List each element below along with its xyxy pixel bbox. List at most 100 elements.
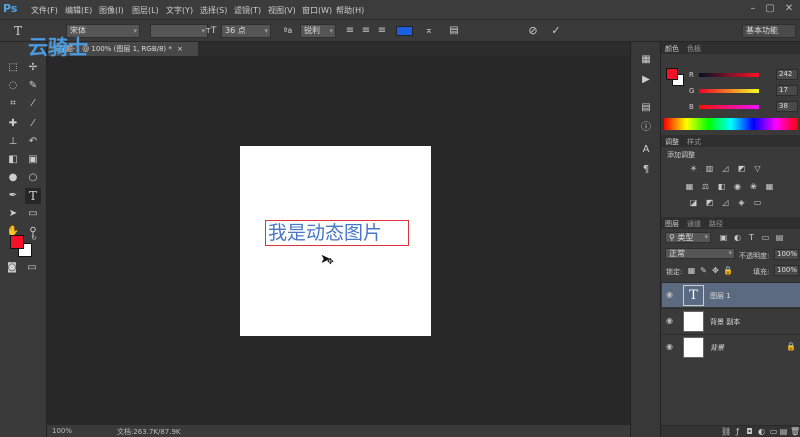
- add-mask-icon[interactable]: ◘: [745, 427, 754, 436]
- new-layer-icon[interactable]: ▤: [779, 427, 788, 436]
- quick-select-tool-icon[interactable]: ✎: [25, 78, 41, 94]
- filter-smart-object-icon[interactable]: ▤: [775, 233, 784, 242]
- menu-edit[interactable]: 编辑(E): [65, 5, 92, 16]
- channel-mixer-icon[interactable]: ❀: [749, 182, 758, 191]
- menu-select[interactable]: 选择(S): [200, 5, 227, 16]
- gradient-tool-icon[interactable]: ▣: [25, 152, 41, 168]
- blur-tool-icon[interactable]: ●: [5, 170, 21, 186]
- vibrance-icon[interactable]: ▽: [753, 164, 762, 173]
- screen-mode-icon[interactable]: ▭: [24, 260, 40, 276]
- layer-row-background-copy[interactable]: ◉ 背景 副本: [662, 308, 800, 333]
- new-group-icon[interactable]: ▭: [769, 427, 778, 436]
- rectangle-tool-icon[interactable]: ▭: [25, 206, 41, 222]
- history-brush-tool-icon[interactable]: ↶: [25, 134, 41, 150]
- levels-icon[interactable]: ▥: [705, 164, 714, 173]
- tab-swatches[interactable]: 色板: [687, 44, 701, 54]
- exposure-icon[interactable]: ◩: [737, 164, 746, 173]
- character-panel-icon[interactable]: A: [638, 142, 654, 158]
- marquee-tool-icon[interactable]: ⬚: [5, 60, 21, 76]
- menu-filter[interactable]: 滤镜(T): [234, 5, 261, 16]
- menu-window[interactable]: 窗口(W): [302, 5, 332, 16]
- filter-shape-icon[interactable]: ▭: [761, 233, 770, 242]
- hue-saturation-icon[interactable]: ▦: [685, 182, 694, 191]
- workspace-select[interactable]: 基本功能: [742, 24, 796, 38]
- gradient-map-icon[interactable]: ▭: [753, 198, 762, 207]
- align-right-icon[interactable]: ≡: [374, 23, 390, 39]
- filter-adjustment-icon[interactable]: ◐: [733, 233, 742, 242]
- history-panel-icon[interactable]: ▦: [638, 52, 654, 68]
- threshold-icon[interactable]: ◿: [721, 198, 730, 207]
- pen-tool-icon[interactable]: ✒: [5, 188, 21, 204]
- panel-foreground-swatch[interactable]: [666, 68, 678, 80]
- tab-styles[interactable]: 样式: [687, 137, 701, 147]
- menu-image[interactable]: 图像(I): [99, 5, 124, 16]
- menu-view[interactable]: 视图(V): [268, 5, 296, 16]
- eye-icon[interactable]: ◉: [666, 290, 673, 299]
- invert-icon[interactable]: ◪: [689, 198, 698, 207]
- lasso-tool-icon[interactable]: ◌: [5, 78, 21, 94]
- actions-panel-icon[interactable]: ▶: [638, 72, 654, 88]
- lock-transparent-icon[interactable]: ▦: [687, 266, 696, 275]
- layer-kind-filter[interactable]: ⚲ 类型 ▾: [665, 232, 711, 243]
- menu-help[interactable]: 帮助(H): [336, 5, 364, 16]
- delete-layer-icon[interactable]: 🗑: [790, 427, 800, 436]
- text-color-swatch[interactable]: [396, 26, 413, 36]
- crop-tool-icon[interactable]: ⌗: [5, 96, 21, 112]
- selective-color-icon[interactable]: ◈: [737, 198, 746, 207]
- filter-pixel-icon[interactable]: ▣: [719, 233, 728, 242]
- lock-all-icon[interactable]: 🔒: [723, 266, 733, 275]
- align-center-icon[interactable]: ≡: [358, 23, 374, 39]
- color-lookup-icon[interactable]: ▦: [765, 182, 774, 191]
- red-slider[interactable]: [699, 73, 759, 77]
- layer-name[interactable]: 图层 1: [710, 291, 731, 301]
- link-layers-icon[interactable]: ⛓: [721, 427, 731, 436]
- eyedropper-tool-icon[interactable]: ⁄: [25, 96, 41, 112]
- tab-paths[interactable]: 路径: [709, 219, 723, 229]
- properties-panel-icon[interactable]: ▤: [638, 100, 654, 116]
- green-slider[interactable]: [699, 89, 759, 93]
- document-tab-close-icon[interactable]: ×: [177, 45, 183, 53]
- color-spectrum[interactable]: [664, 118, 798, 130]
- font-style-select[interactable]: ▾: [150, 24, 208, 38]
- black-white-icon[interactable]: ◧: [717, 182, 726, 191]
- tab-adjustments[interactable]: 调整: [665, 137, 679, 147]
- type-tool-icon[interactable]: T: [25, 188, 41, 204]
- maximize-button[interactable]: ▢: [763, 3, 777, 15]
- eye-icon[interactable]: ◉: [666, 342, 673, 351]
- lock-position-icon[interactable]: ✥: [711, 266, 720, 275]
- paragraph-panel-icon[interactable]: ¶: [638, 162, 654, 178]
- menu-layer[interactable]: 图层(L): [132, 5, 159, 16]
- character-panel-icon[interactable]: ▤: [446, 23, 462, 39]
- opacity-field[interactable]: 100%: [774, 249, 799, 260]
- fill-field[interactable]: 100%: [774, 265, 799, 276]
- warp-text-icon[interactable]: ⌅: [421, 23, 437, 39]
- path-selection-tool-icon[interactable]: ➤: [5, 206, 21, 222]
- type-tool-preset-icon[interactable]: T: [10, 23, 26, 39]
- align-left-icon[interactable]: ≡: [342, 23, 358, 39]
- info-panel-icon[interactable]: ⓘ: [638, 120, 654, 136]
- red-value-field[interactable]: 242: [776, 69, 798, 80]
- green-value-field[interactable]: 17: [776, 85, 798, 96]
- healing-brush-tool-icon[interactable]: ✚: [5, 116, 21, 132]
- layer-name[interactable]: 背景 副本: [710, 317, 740, 327]
- menu-file[interactable]: 文件(F): [31, 5, 58, 16]
- add-style-icon[interactable]: ƒ: [733, 427, 742, 436]
- layer-name[interactable]: 背景: [710, 343, 724, 353]
- blue-slider[interactable]: [699, 105, 759, 109]
- lock-image-icon[interactable]: ✎: [699, 266, 708, 275]
- cancel-edit-icon[interactable]: ⊘: [525, 23, 541, 39]
- layer-row-layer-1[interactable]: ◉ T 图层 1: [662, 282, 800, 307]
- photo-filter-icon[interactable]: ◉: [733, 182, 742, 191]
- blend-mode-select[interactable]: 正常 ▾: [665, 248, 735, 259]
- blue-value-field[interactable]: 38: [776, 101, 798, 112]
- tab-layers[interactable]: 图层: [665, 219, 679, 229]
- swap-colors-icon[interactable]: ↻: [26, 230, 42, 246]
- quick-mask-icon[interactable]: ◙: [4, 260, 20, 276]
- clone-stamp-tool-icon[interactable]: ⊥: [5, 134, 21, 150]
- font-size-select[interactable]: 36 点 ▾: [221, 24, 271, 38]
- filter-type-icon[interactable]: T: [747, 233, 756, 242]
- menu-type[interactable]: 文字(Y): [166, 5, 193, 16]
- move-tool-icon[interactable]: ✢: [25, 60, 41, 76]
- canvas-text-layer[interactable]: 我是动态图片: [268, 222, 382, 244]
- foreground-color-swatch[interactable]: [10, 235, 24, 249]
